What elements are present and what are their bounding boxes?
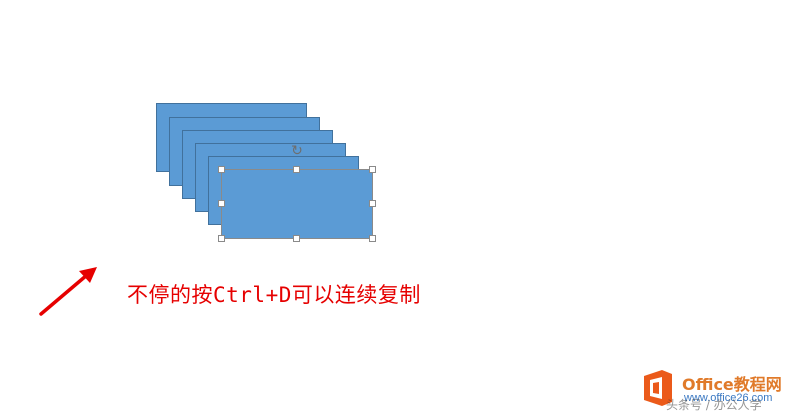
resize-handle-middle-left[interactable] bbox=[218, 200, 225, 207]
resize-handle-middle-right[interactable] bbox=[369, 200, 376, 207]
resize-handle-top-right[interactable] bbox=[369, 166, 376, 173]
resize-handle-top-left[interactable] bbox=[218, 166, 225, 173]
watermark: Office教程网 www.office26.com 头条号 / 办公人学 bbox=[638, 364, 803, 414]
resize-handle-top-middle[interactable] bbox=[293, 166, 300, 173]
resize-handle-bottom-middle[interactable] bbox=[293, 235, 300, 242]
slide-canvas[interactable]: ↻ 不停的按Ctrl+D可以连续复制 Office教程网 www.office2… bbox=[0, 0, 805, 415]
resize-handle-bottom-left[interactable] bbox=[218, 235, 225, 242]
watermark-credit: 头条号 / 办公人学 bbox=[666, 398, 762, 412]
pointer-arrow-icon bbox=[39, 267, 97, 316]
resize-handle-bottom-right[interactable] bbox=[369, 235, 376, 242]
instruction-text: 不停的按Ctrl+D可以连续复制 bbox=[127, 283, 421, 307]
selected-shape[interactable] bbox=[221, 169, 373, 239]
rotate-handle-icon[interactable]: ↻ bbox=[290, 144, 304, 158]
